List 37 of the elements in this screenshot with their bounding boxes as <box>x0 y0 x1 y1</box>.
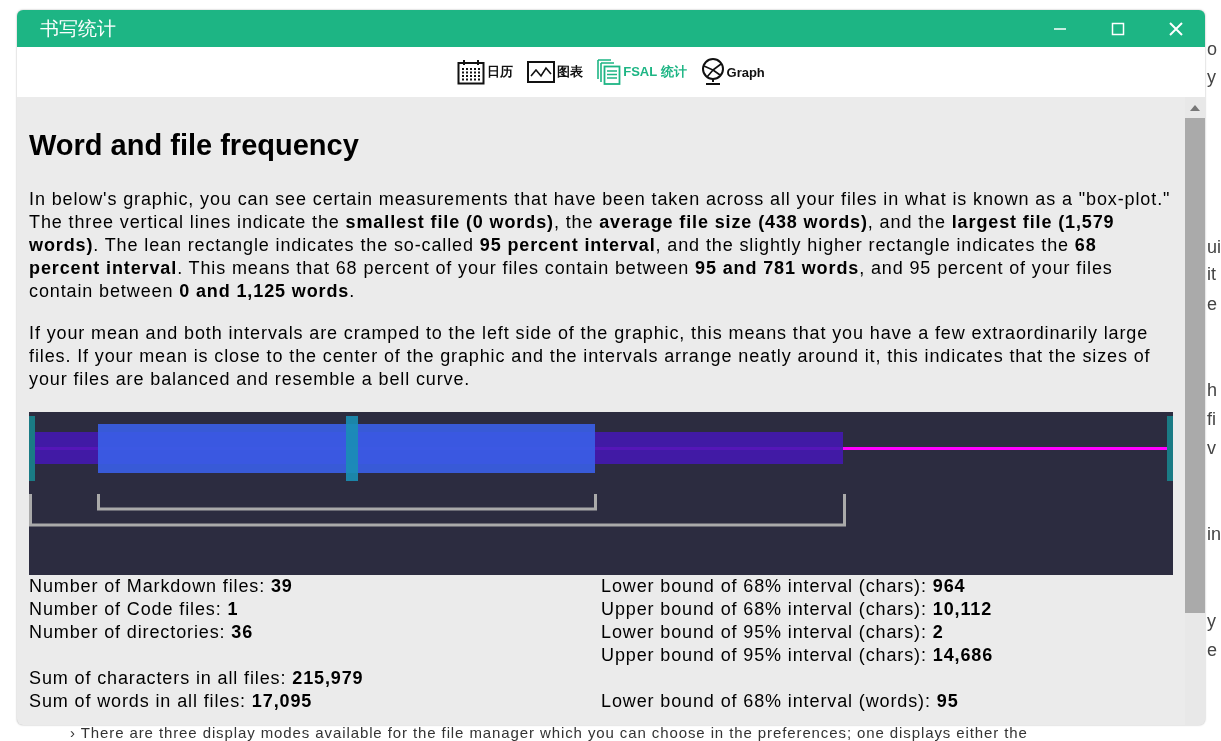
background-text: › There are three display modes available for the file manager which you can choose in the preferences; one displays either the <box>70 725 1028 740</box>
background-text: ui <box>1207 237 1221 257</box>
minimize-icon <box>1053 27 1067 30</box>
window-title: 书写统计 <box>40 16 117 41</box>
paragraph: In below's graphic, you can see certain measurements that have been taken across all your files in what is known as a "box-plot." The three vertical lines indicate the smallest file (0 words), the average file size (438 words), and the largest file (1,579 words). The lean rectangle indicates the so-called 95 percent interval, and the slightly higher rectangle indicates the 68 percent interval. This means that 68 percent of your files contain between 95 and 781 words, and 95 percent of your files contain between 0 and 1,125 words. <box>29 188 1172 303</box>
toolbar-tab[interactable]: Graph <box>700 58 765 86</box>
maximize-icon <box>1111 21 1125 36</box>
background-text: in <box>1207 524 1221 544</box>
background-text: e <box>1207 640 1217 660</box>
stat-line: Number of Markdown files: 39 <box>29 575 294 598</box>
stat-line: Number of Code files: 1 <box>29 598 240 621</box>
line-chart-icon <box>527 61 556 83</box>
close-icon <box>1169 21 1183 36</box>
background-text: it <box>1207 264 1216 284</box>
documents-icon <box>597 59 622 85</box>
stat-line: Lower bound of 68% interval (words): 95 <box>601 690 960 713</box>
stat-line: Upper bound of 68% interval (chars): 10,112 <box>601 598 994 621</box>
heading: Word and file frequency <box>29 128 360 163</box>
calendar-icon <box>457 59 486 85</box>
background-text: y <box>1207 67 1216 87</box>
scrollbar[interactable] <box>1185 97 1205 725</box>
stat-line: Sum of characters in all files: 215,979 <box>29 667 365 690</box>
toolbar-tab[interactable]: 图表 <box>527 61 584 83</box>
stat-line: Lower bound of 95% interval (chars): 2 <box>601 621 945 644</box>
globe-icon <box>700 58 725 86</box>
background-text: h <box>1207 380 1217 400</box>
background-text: o <box>1207 39 1217 59</box>
background-text: e <box>1207 294 1217 314</box>
stat-line: Lower bound of 68% interval (chars): 964 <box>601 575 967 598</box>
background-text: y <box>1207 611 1216 631</box>
background-text: v <box>1207 438 1216 458</box>
stat-line: Sum of words in all files: 17,095 <box>29 690 314 713</box>
background-text: fi <box>1207 409 1216 429</box>
stat-line: Number of directories: 36 <box>29 621 255 644</box>
toolbar-tab[interactable]: 日历 <box>457 59 514 85</box>
paragraph: If your mean and both intervals are cramped to the left side of the graphic, this means that you have a few extraordinarily large files. If your mean is close to the center of the graphic and the intervals arrange neatly around it, this indicates that the sizes of your files are balanced and resemble a bell curve. <box>29 322 1152 391</box>
stat-line: Upper bound of 95% interval (chars): 14,686 <box>601 644 995 667</box>
